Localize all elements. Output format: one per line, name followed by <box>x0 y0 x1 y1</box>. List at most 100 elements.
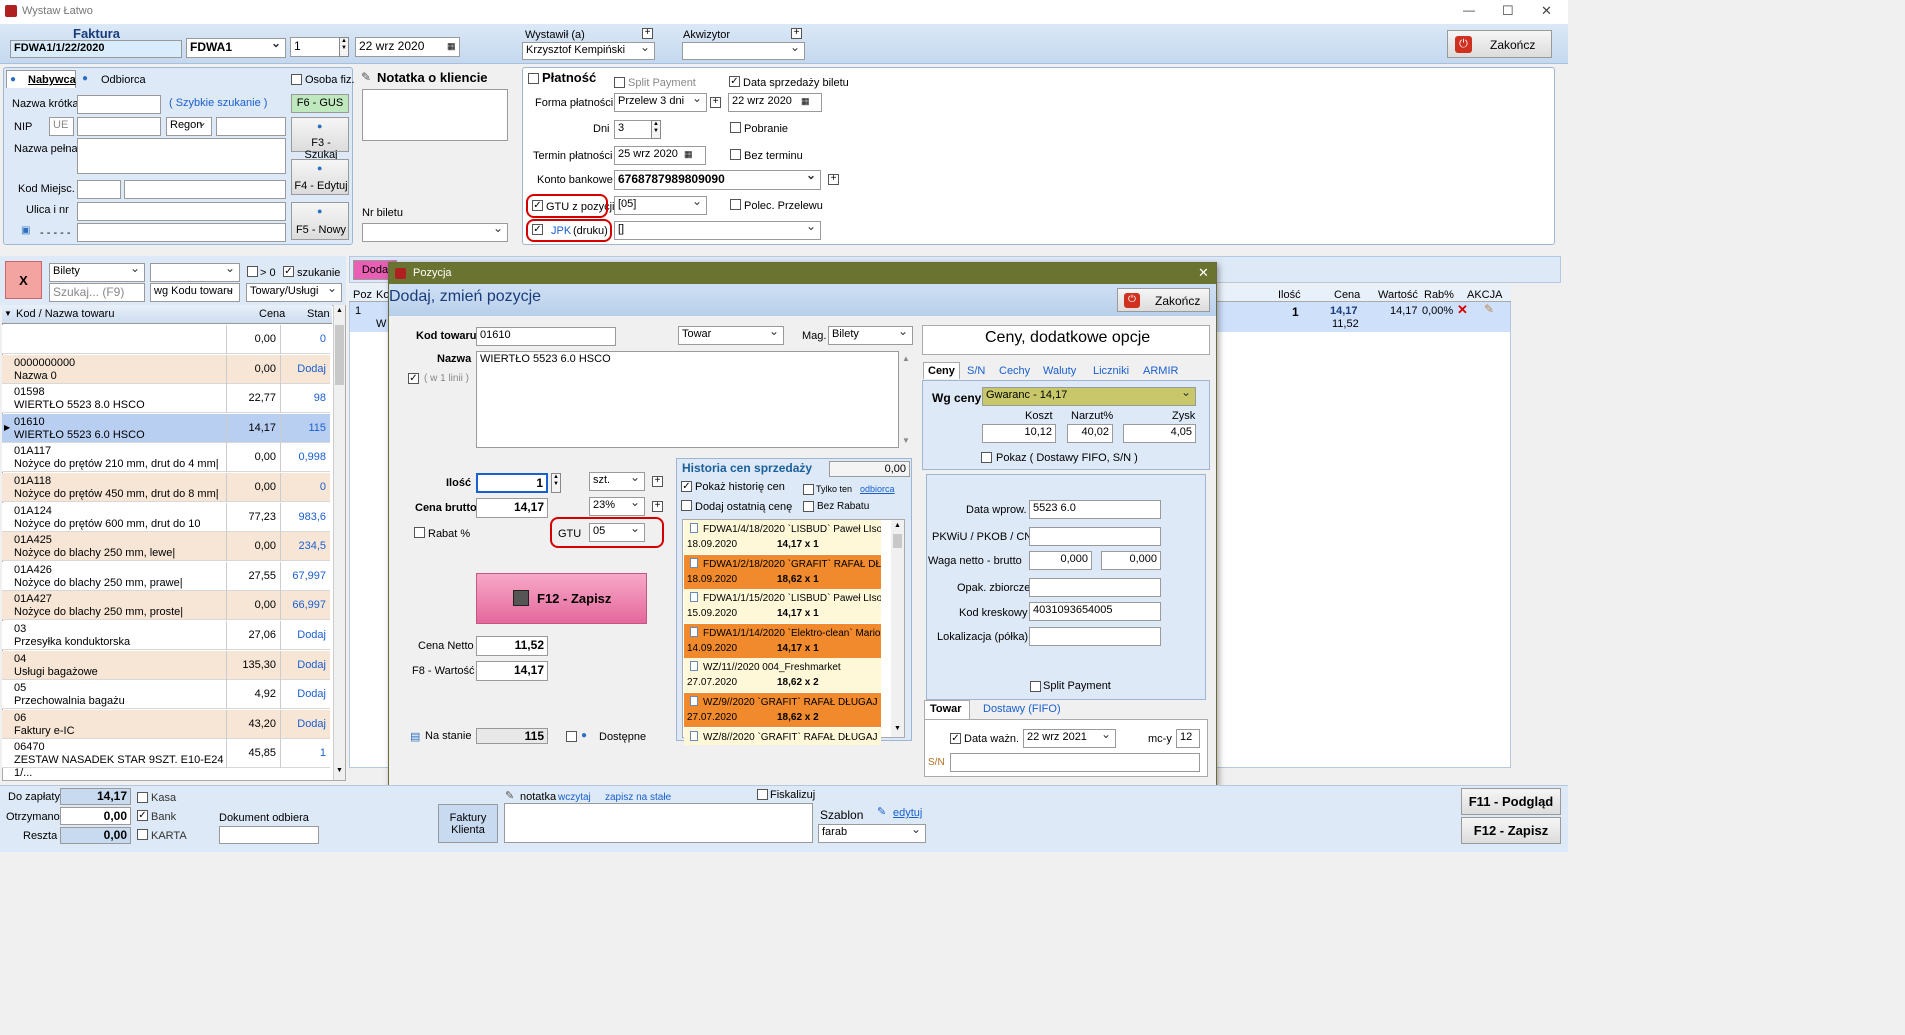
product-search-input[interactable]: Szukaj... (F9) <box>49 283 145 302</box>
table-row[interactable]: 03 Przesyłka konduktorska 27,06 Dodaj <box>2 621 330 650</box>
table-row[interactable]: 01A426 Nożyce do blachy 250 mm, prawe| 27,… <box>2 561 330 591</box>
history-scrollbar[interactable]: ▲ ▼ <box>891 520 904 737</box>
scrollbar-up-icon[interactable]: ▲ <box>336 307 343 314</box>
pkwiu-input[interactable] <box>1029 527 1161 546</box>
lokalizacja-input[interactable] <box>1029 627 1161 646</box>
col-stock-header[interactable]: Stan <box>307 308 330 320</box>
pokaz-historie-checkbox[interactable]: ✓ <box>681 481 692 492</box>
table-row[interactable]: 06470 ZESTAW NASADEK STAR 9SZT. E10-E24 1… <box>2 739 330 779</box>
pokaz-fifo-checkbox[interactable] <box>981 452 992 463</box>
edit-item-icon[interactable]: ✎ <box>1484 302 1494 316</box>
table-row[interactable]: 01A425 Nożyce do blachy 250 mm, lewe| 0,00… <box>2 532 330 562</box>
history-item[interactable]: WZ/8//2020 `GRAFIT` RAFAŁ DŁUGAJ <box>684 727 881 745</box>
nazwa-pelna-input[interactable] <box>77 138 286 174</box>
header-close-button[interactable]: ⏻ Zakończ <box>1447 30 1552 58</box>
koszt-input[interactable]: 10,12 <box>982 424 1056 443</box>
tab-buyer[interactable]: ● Nabywca <box>6 70 76 88</box>
polec-checkbox[interactable] <box>730 199 741 210</box>
product-stock[interactable]: Dodaj <box>280 621 330 650</box>
zapisz-na-stale-link[interactable]: zapisz na stałe <box>605 792 671 803</box>
notatka-footer-textarea[interactable] <box>504 803 813 843</box>
split-payment-checkbox[interactable] <box>614 77 625 88</box>
gtu-select[interactable]: [05] <box>614 196 707 215</box>
scrollbar-thumb[interactable] <box>335 325 344 385</box>
cena-brutto-input[interactable]: 14,17 <box>476 498 548 518</box>
nazwa-scroll-down-icon[interactable]: ▼ <box>902 436 910 445</box>
cena-netto-input[interactable]: 11,52 <box>476 636 548 656</box>
phone-icon[interactable]: ▣ <box>21 225 30 236</box>
karta-checkbox[interactable] <box>137 829 148 840</box>
ceny-tab-2[interactable]: Cechy <box>999 365 1030 377</box>
quick-search-link[interactable]: ( Szybkie szukanie ) <box>169 97 267 109</box>
vat-add-icon[interactable]: + <box>652 501 663 512</box>
bez-terminu-checkbox[interactable] <box>730 149 741 160</box>
product-stock[interactable]: Dodaj <box>280 709 330 739</box>
minimize-button[interactable]: — <box>1463 3 1475 17</box>
bank-checkbox[interactable]: ✓ <box>137 810 148 821</box>
bez-rabatu-checkbox[interactable] <box>803 501 814 512</box>
regon-input[interactable] <box>216 117 286 136</box>
date-field[interactable]: 22 wrz 2020 <box>355 37 460 57</box>
waga-brutto-input[interactable]: 0,000 <box>1101 551 1161 570</box>
maximize-button[interactable]: ☐ <box>1502 3 1514 19</box>
regon-select[interactable]: Regon <box>166 117 212 136</box>
dialog-close-icon[interactable]: ✕ <box>1198 265 1209 281</box>
kod-kreskowy-input[interactable]: 4031093654005 <box>1029 602 1161 621</box>
number-spinner[interactable]: ▲ ▼ <box>339 37 349 57</box>
type-select[interactable]: Towary/Usługi <box>246 283 342 302</box>
wartosc-input[interactable]: 14,17 <box>476 661 548 681</box>
table-row[interactable]: 0000000000 Nazwa 0 0,00 Dodaj <box>2 354 330 384</box>
series-select[interactable]: FDWA1 <box>186 38 286 58</box>
table-row[interactable]: 05 Przechowalnia bagażu 4,92 Dodaj <box>2 680 330 710</box>
kod-pocztowy-input[interactable] <box>77 180 121 199</box>
jpk-select[interactable]: [] <box>614 221 821 240</box>
table-row[interactable]: 0,00 0 <box>2 325 330 354</box>
history-item[interactable]: WZ/9//2020 `GRAFIT` RAFAŁ DŁUGAJ 27.07.20… <box>684 693 881 727</box>
acquirer-add-icon[interactable]: + <box>791 28 802 39</box>
col-name-header[interactable]: Kod / Nazwa towaru <box>16 308 114 320</box>
calendar-icon[interactable]: ▦ <box>447 41 456 52</box>
ceny-tab-0[interactable]: Ceny <box>923 362 960 379</box>
faktury-klienta-button[interactable]: Faktury Klienta <box>438 804 498 843</box>
table-row[interactable]: 04 Usługi bagażowe 135,30 Dodaj <box>2 650 330 680</box>
tab-receiver[interactable]: Odbiorca <box>101 74 146 86</box>
product-stock[interactable]: Dodaj <box>280 680 330 710</box>
edit-button[interactable]: ● F4 - Edytuj <box>291 159 349 195</box>
split-payment-dialog-checkbox[interactable] <box>1030 681 1041 692</box>
jm-select[interactable]: szt. <box>589 472 645 491</box>
history-scroll-up-icon[interactable]: ▲ <box>894 522 901 529</box>
edytuj-link[interactable]: edytuj <box>893 807 922 819</box>
history-scroll-thumb[interactable] <box>893 534 902 548</box>
ceny-tab-3[interactable]: Waluty <box>1043 365 1076 377</box>
konto-select[interactable]: 6768787989809090 <box>614 170 821 190</box>
dni-spinner[interactable]: ▲ ▼ <box>651 120 661 139</box>
tab-dostawy[interactable]: Dostawy (FIFO) <box>983 703 1061 715</box>
product-scrollbar[interactable]: ▲ ▼ <box>333 305 345 780</box>
contact-input[interactable] <box>77 223 286 242</box>
history-scroll-down-icon[interactable]: ▼ <box>894 725 901 732</box>
dodaj-ostatnia-checkbox[interactable] <box>681 500 692 511</box>
waga-netto-input[interactable]: 0,000 <box>1029 551 1092 570</box>
mag-select[interactable]: Bilety <box>828 326 913 345</box>
clear-filter-button[interactable]: X <box>5 261 42 299</box>
typ-select[interactable]: Towar <box>678 326 784 345</box>
preview-button[interactable]: F11 - Podgląd <box>1461 788 1561 815</box>
kasa-checkbox[interactable] <box>137 792 148 803</box>
miejscowosc-input[interactable] <box>124 180 286 199</box>
history-item[interactable]: FDWA1/1/14/2020 `Elektro-clean` Mariola … <box>684 623 881 658</box>
dokument-input[interactable] <box>219 826 319 844</box>
table-row[interactable]: 01598 WIERTŁO 5523 8.0 HSCO 22,77 98 <box>2 384 330 414</box>
data-wprow-input[interactable]: 5523 6.0 <box>1029 500 1161 519</box>
search-button[interactable]: ● F3 - Szukaj <box>291 117 349 161</box>
tylko-ten-checkbox[interactable] <box>803 484 814 495</box>
odbiorca-link[interactable]: odbiorca <box>860 484 895 494</box>
product-stock[interactable]: Dodaj <box>280 354 330 384</box>
wg-ceny-select[interactable]: Gwaranc - 14,17 <box>982 387 1196 406</box>
konto-add-icon[interactable]: + <box>828 174 839 185</box>
nazwa-textarea[interactable]: WIERTŁO 5523 6.0 HSCO <box>476 351 899 448</box>
dialog-save-button[interactable]: F12 - Zapisz <box>476 573 647 624</box>
ilosc-input[interactable]: 1 <box>476 473 548 493</box>
szukanie-checkbox[interactable]: ✓ <box>283 266 294 277</box>
invoice-number-field[interactable]: FDWA1/1/22/2020 <box>10 40 182 58</box>
otrzymano-input[interactable]: 0,00 <box>60 807 131 825</box>
